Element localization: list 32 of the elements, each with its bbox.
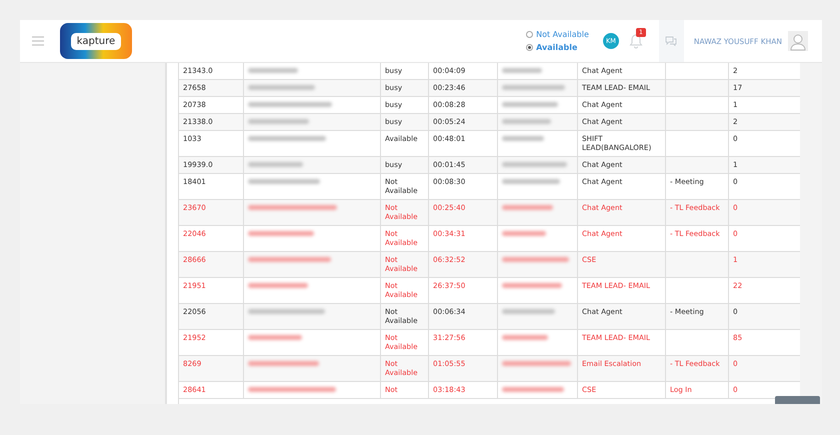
user-avatar-icon[interactable] (788, 31, 808, 51)
blurred-text (248, 119, 309, 124)
blurred-text (502, 335, 548, 340)
presence-radio[interactable]: Not Available (526, 30, 589, 39)
blurred-text (248, 361, 319, 366)
bell-icon[interactable] (628, 33, 643, 49)
blurred-text (502, 162, 567, 167)
blurred-text (502, 387, 564, 392)
blurred-text (248, 231, 314, 236)
blurred-text (248, 335, 302, 340)
blurred-text (502, 231, 546, 236)
logo: kapture (60, 23, 132, 59)
blurred-text (502, 361, 571, 366)
floating-button[interactable] (775, 396, 820, 404)
presence-radio[interactable]: Available (526, 43, 589, 52)
blurred-text (248, 162, 303, 167)
blurred-text (502, 309, 555, 314)
blurred-text (502, 257, 569, 262)
blurred-text (502, 283, 562, 288)
blurred-text (502, 179, 560, 184)
blurred-text (502, 68, 542, 73)
blurred-text (248, 85, 315, 90)
blurred-text (248, 179, 320, 184)
blurred-text (502, 102, 558, 107)
blurred-text (248, 283, 308, 288)
blurred-text (502, 205, 553, 210)
blurred-text (502, 136, 544, 141)
blurred-text (502, 119, 551, 124)
blurred-text (502, 85, 565, 90)
chat-icon[interactable] (665, 36, 678, 46)
menu-icon[interactable] (32, 36, 44, 46)
blurred-text (248, 68, 298, 73)
